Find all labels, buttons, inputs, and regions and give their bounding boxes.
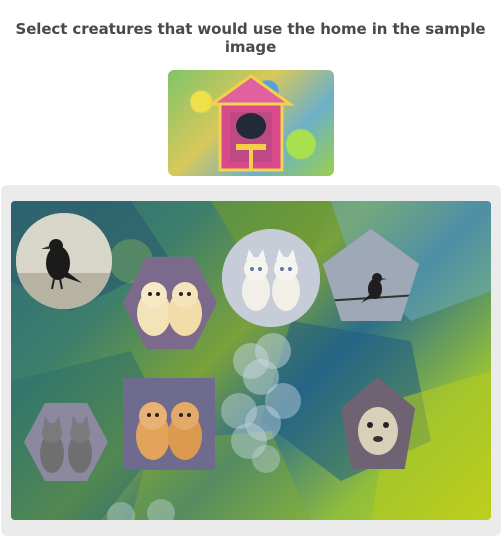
- kittens-icon: [222, 229, 320, 327]
- sample-image: [168, 70, 334, 176]
- challenge-prompt: Select creatures that would use the home…: [15, 20, 486, 56]
- selection-canvas: [11, 201, 491, 520]
- puppies-square[interactable]: [123, 378, 215, 470]
- crow-circle[interactable]: [16, 213, 112, 309]
- puppies-icon: [123, 378, 215, 470]
- crow-icon: [16, 213, 112, 309]
- birdhouse-icon: [207, 74, 295, 172]
- kittens-circle[interactable]: [222, 229, 320, 327]
